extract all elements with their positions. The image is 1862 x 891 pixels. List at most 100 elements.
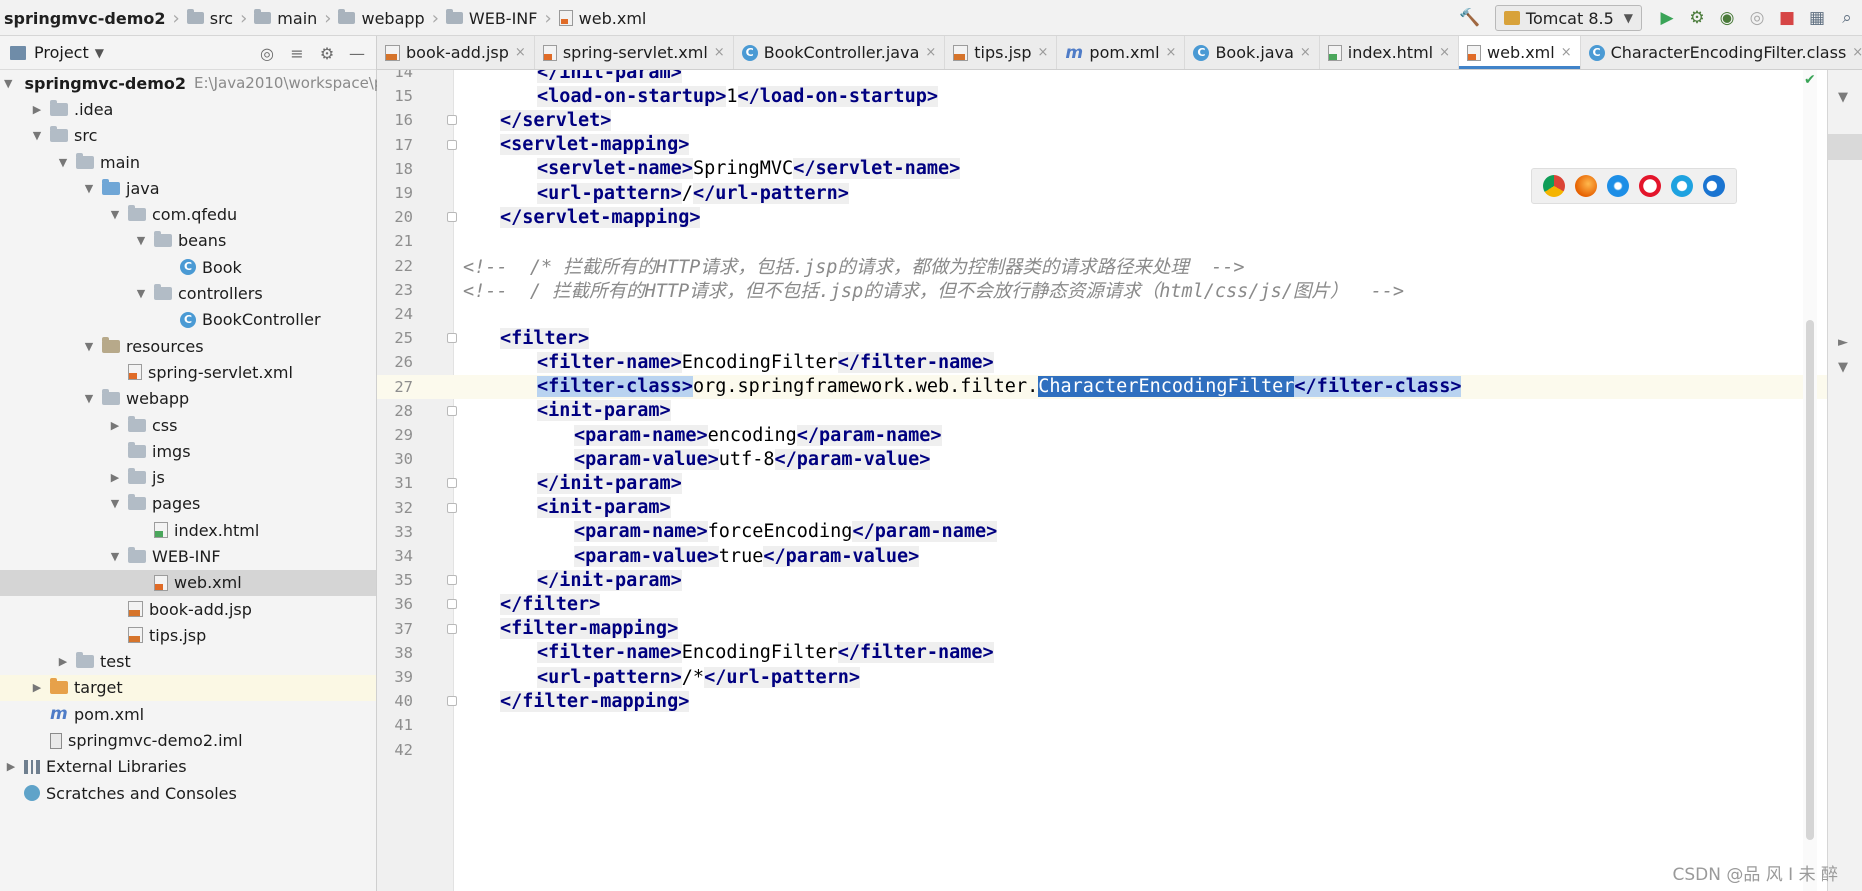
chevron-right-icon[interactable]: ▶ (108, 471, 122, 484)
editor-tab[interactable]: spring-servlet.xml × (535, 36, 734, 69)
chevron-down-icon[interactable]: ▼ (134, 287, 148, 300)
close-icon[interactable]: × (714, 45, 725, 60)
scrollbar-thumb[interactable] (1806, 320, 1814, 840)
tree-item[interactable]: ▶imgs (0, 438, 376, 464)
edge-icon[interactable] (1703, 175, 1725, 197)
tree-item[interactable]: ▶ .idea (0, 96, 376, 122)
fold-marker-icon[interactable] (447, 696, 457, 707)
project-structure-icon[interactable]: ▦ (1802, 3, 1832, 33)
editor-tab[interactable]: book-add.jsp × (377, 36, 535, 69)
chevron-down-icon[interactable]: ▼ (56, 156, 70, 169)
run-icon[interactable]: ▶ (1652, 3, 1682, 33)
tree-item[interactable]: ▶ External Libraries (0, 754, 376, 780)
chevron-down-icon[interactable]: ▼ (108, 208, 122, 221)
editor-tab[interactable]: C CharacterEncodingFilter.class × (1581, 36, 1862, 69)
fold-marker-icon[interactable] (447, 139, 457, 150)
editor-tab[interactable]: m pom.xml × (1057, 36, 1186, 69)
chevron-right-icon[interactable]: ▶ (56, 655, 70, 668)
chevron-down-icon[interactable]: ▼ (82, 392, 96, 405)
fold-marker-icon[interactable] (447, 212, 457, 223)
tree-item[interactable]: ▶ target (0, 674, 376, 702)
tree-item[interactable]: ▶mpom.xml (0, 701, 376, 727)
inspection-ok-icon[interactable]: ✔ (1804, 72, 1816, 88)
tree-item[interactable]: ▶web.xml (0, 569, 376, 596)
fold-marker-icon[interactable] (447, 599, 457, 610)
tree-item[interactable]: ▶ js (0, 464, 376, 490)
fold-marker-icon[interactable] (447, 405, 457, 416)
close-icon[interactable]: × (1300, 45, 1311, 60)
breadcrumb-item[interactable]: webapp (338, 9, 425, 28)
tree-item[interactable]: ▼ java (0, 175, 376, 201)
tree-item[interactable]: ▼ beans (0, 228, 376, 254)
tree-item[interactable]: ▶Scratches and Consoles (0, 780, 376, 806)
chevron-down-icon[interactable]: ▼ (82, 340, 96, 353)
chevron-right-icon[interactable]: ▶ (30, 103, 44, 116)
tree-item[interactable]: ▼ webapp (0, 386, 376, 412)
safari-icon[interactable] (1607, 175, 1629, 197)
tree-item[interactable]: ▼ resources (0, 333, 376, 359)
close-icon[interactable]: × (1561, 45, 1572, 60)
editor-tab[interactable]: index.html × (1320, 36, 1460, 69)
close-icon[interactable]: × (1166, 45, 1177, 60)
editor-tab[interactable]: C Book.java × (1185, 36, 1320, 69)
chevron-down-icon[interactable]: ▼ (1838, 360, 1848, 375)
tree-item[interactable]: ▶ css (0, 412, 376, 438)
close-icon[interactable]: × (925, 45, 936, 60)
breadcrumb-item[interactable]: springmvc-demo2 (4, 9, 166, 28)
breadcrumb-item[interactable]: main (254, 9, 317, 28)
tree-item[interactable]: ▼ springmvc-demo2 E:\Java2010\workspace\p (0, 70, 383, 96)
chevron-down-icon[interactable]: ▼ (4, 77, 12, 90)
tree-item[interactable]: ▶CBookController (0, 307, 376, 333)
editor-tab[interactable]: C BookController.java × (734, 36, 946, 69)
fold-marker-icon[interactable] (447, 575, 457, 586)
tree-item[interactable]: ▶book-add.jsp (0, 596, 376, 622)
debug-icon[interactable]: ⚙ (1682, 3, 1712, 33)
profile-icon[interactable]: ◎ (1742, 3, 1772, 33)
opera-icon[interactable] (1639, 175, 1661, 197)
chevron-down-icon[interactable]: ▼ (30, 129, 44, 142)
close-icon[interactable]: × (1038, 45, 1049, 60)
build-hammer-icon[interactable]: 🔨 (1455, 3, 1485, 33)
coverage-icon[interactable]: ◉ (1712, 3, 1742, 33)
search-everywhere-icon[interactable]: ⌕ (1832, 3, 1862, 33)
stop-icon[interactable]: ■ (1772, 3, 1802, 33)
chevron-down-icon[interactable]: ▼ (95, 46, 104, 60)
fold-marker-icon[interactable] (447, 115, 457, 126)
tree-item[interactable]: ▼ pages (0, 491, 376, 517)
tree-item[interactable]: ▼ main (0, 149, 376, 175)
breadcrumb-item[interactable]: web.xml (558, 9, 646, 28)
ie-icon[interactable] (1671, 175, 1693, 197)
chevron-down-icon[interactable]: ▼ (1838, 90, 1848, 105)
chevron-right-icon[interactable]: ▶ (30, 681, 44, 694)
tree-item[interactable]: ▶index.html (0, 517, 376, 543)
chevron-right-icon[interactable]: ▶ (108, 419, 122, 432)
tree-item[interactable]: ▼ WEB-INF (0, 543, 376, 569)
chevron-down-icon[interactable]: ▼ (108, 550, 122, 563)
tree-item[interactable]: ▼ src (0, 123, 376, 149)
chevron-down-icon[interactable]: ▼ (108, 497, 122, 510)
breadcrumb-item[interactable]: src (186, 9, 233, 28)
chrome-icon[interactable] (1543, 175, 1565, 197)
run-configuration-select[interactable]: Tomcat 8.5 ▼ (1494, 5, 1642, 31)
editor-tab[interactable]: web.xml × (1459, 36, 1581, 69)
code-editor[interactable]: 14 </init-param> 15 <load-on-startup>1</loa… (377, 70, 1827, 891)
tree-item[interactable]: ▶springmvc-demo2.iml (0, 727, 376, 753)
tree-item[interactable]: ▶CBook (0, 254, 376, 280)
firefox-icon[interactable] (1575, 175, 1597, 197)
chevron-right-icon[interactable]: ► (1838, 335, 1848, 350)
tree-item[interactable]: ▶spring-servlet.xml (0, 359, 376, 385)
project-view-select[interactable]: Project (34, 43, 89, 62)
tree-item[interactable]: ▼ controllers (0, 280, 376, 306)
editor-scrollbar[interactable] (1803, 70, 1817, 891)
tree-item[interactable]: ▶tips.jsp (0, 622, 376, 648)
close-icon[interactable]: × (515, 45, 526, 60)
locate-file-icon[interactable]: ◎ (252, 44, 282, 63)
chevron-right-icon[interactable]: ▶ (4, 760, 18, 773)
tree-item[interactable]: ▼ com.qfedu (0, 201, 376, 227)
chevron-down-icon[interactable]: ▼ (134, 234, 148, 247)
editor-tab[interactable]: tips.jsp × (945, 36, 1058, 69)
fold-marker-icon[interactable] (447, 478, 457, 489)
hide-panel-icon[interactable]: — (342, 44, 372, 63)
collapse-all-icon[interactable]: ≡ (282, 44, 312, 63)
breadcrumb-item[interactable]: WEB-INF (445, 9, 537, 28)
